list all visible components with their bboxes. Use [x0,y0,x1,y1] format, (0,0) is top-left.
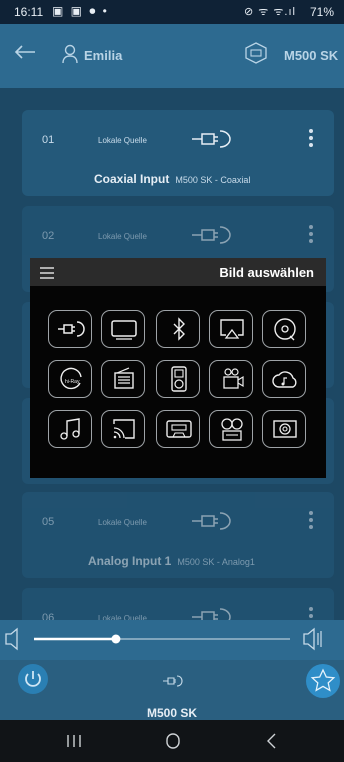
more-menu-icon[interactable] [308,510,314,535]
power-button[interactable] [18,664,48,694]
player-device-name: M500 SK [146,706,198,720]
more-menu-icon[interactable] [308,606,314,620]
projector-icon[interactable] [209,360,253,398]
more-menu-icon[interactable] [308,224,314,249]
music-note-icon[interactable] [48,410,92,448]
source-card-05[interactable]: 05 Lokale Quelle Analog Input 1 M500 SK -… [22,492,334,578]
device-name[interactable]: M500 SK [284,48,338,63]
reel-tape-icon[interactable] [209,410,253,448]
airplay-icon[interactable] [209,310,253,348]
card-source-type: Lokale Quelle [98,232,147,241]
card-subtitle: M500 SK - Coaxial [175,175,251,185]
back-nav-icon[interactable] [266,733,276,754]
cassette-icon[interactable] [156,410,200,448]
user-name[interactable]: Emilia [84,48,122,63]
favorite-star-button[interactable] [306,664,340,698]
card-source-type: Lokale Quelle [98,518,147,527]
notification-icons: ▣ ▣ ⏺ • [52,4,109,18]
card-number: 02 [42,230,55,242]
radio-icon[interactable] [101,360,145,398]
source-card-01[interactable]: 01 Lokale Quelle Coaxial Input M500 SK - … [22,110,334,196]
image-picker-dialog: Bild auswählen hi-Ray [30,258,326,478]
player-bar: M500 SK [0,660,344,720]
card-number: 05 [42,516,55,528]
user-icon[interactable] [62,44,78,69]
cloud-music-icon[interactable] [262,360,306,398]
card-number: 01 [42,134,55,146]
plug-icon [190,510,232,537]
more-menu-icon[interactable] [308,128,314,153]
card-name: Coaxial Input M500 SK - Coaxial [94,172,250,186]
hiray-label: hi-Ray [65,379,80,385]
volume-slider-thumb[interactable] [111,634,121,644]
cd-icon[interactable] [262,310,306,348]
volume-up-icon[interactable] [303,627,322,651]
cast-icon[interactable] [101,410,145,448]
status-bar: 16:11 ▣ ▣ ⏺ • ⊘ ᯤ ᯤ.ıl 71% [0,0,344,24]
hamburger-menu-icon[interactable] [40,266,54,284]
app-header: Emilia M500 SK [0,24,344,88]
plug-icon [190,224,232,251]
hiray-icon[interactable]: hi-Ray [48,360,92,398]
current-source-plug-icon [162,674,184,692]
plug-icon[interactable] [48,310,92,348]
back-arrow-icon[interactable] [14,45,36,64]
home-icon[interactable] [166,733,180,754]
volume-down-icon[interactable] [5,627,18,651]
device-cube-icon[interactable] [244,42,268,69]
card-number: 06 [42,612,55,620]
plug-icon [190,606,232,620]
card-title: Analog Input 1 [88,554,172,568]
bluetooth-icon[interactable] [156,310,200,348]
recent-apps-icon[interactable] [66,734,82,753]
plug-icon [190,128,232,155]
volume-bar [0,620,344,660]
source-card-06[interactable]: 06 Lokale Quelle [22,588,334,620]
card-subtitle: M500 SK - Analog1 [177,557,255,567]
speaker-icon[interactable] [262,410,306,448]
system-nav-bar [0,720,344,762]
card-name: Analog Input 1 M500 SK - Analog1 [88,554,255,568]
picker-title: Bild auswählen [219,265,314,280]
tv-icon[interactable] [101,310,145,348]
picker-title-bar: Bild auswählen [30,258,326,286]
battery-level: 71% [309,5,334,19]
card-title: Coaxial Input [94,172,170,186]
status-time: 16:11 [14,5,44,19]
signal-icons: ⊘ ᯤ ᯤ.ıl [244,6,296,18]
ipod-icon[interactable] [156,360,200,398]
card-source-type: Lokale Quelle [98,136,147,145]
